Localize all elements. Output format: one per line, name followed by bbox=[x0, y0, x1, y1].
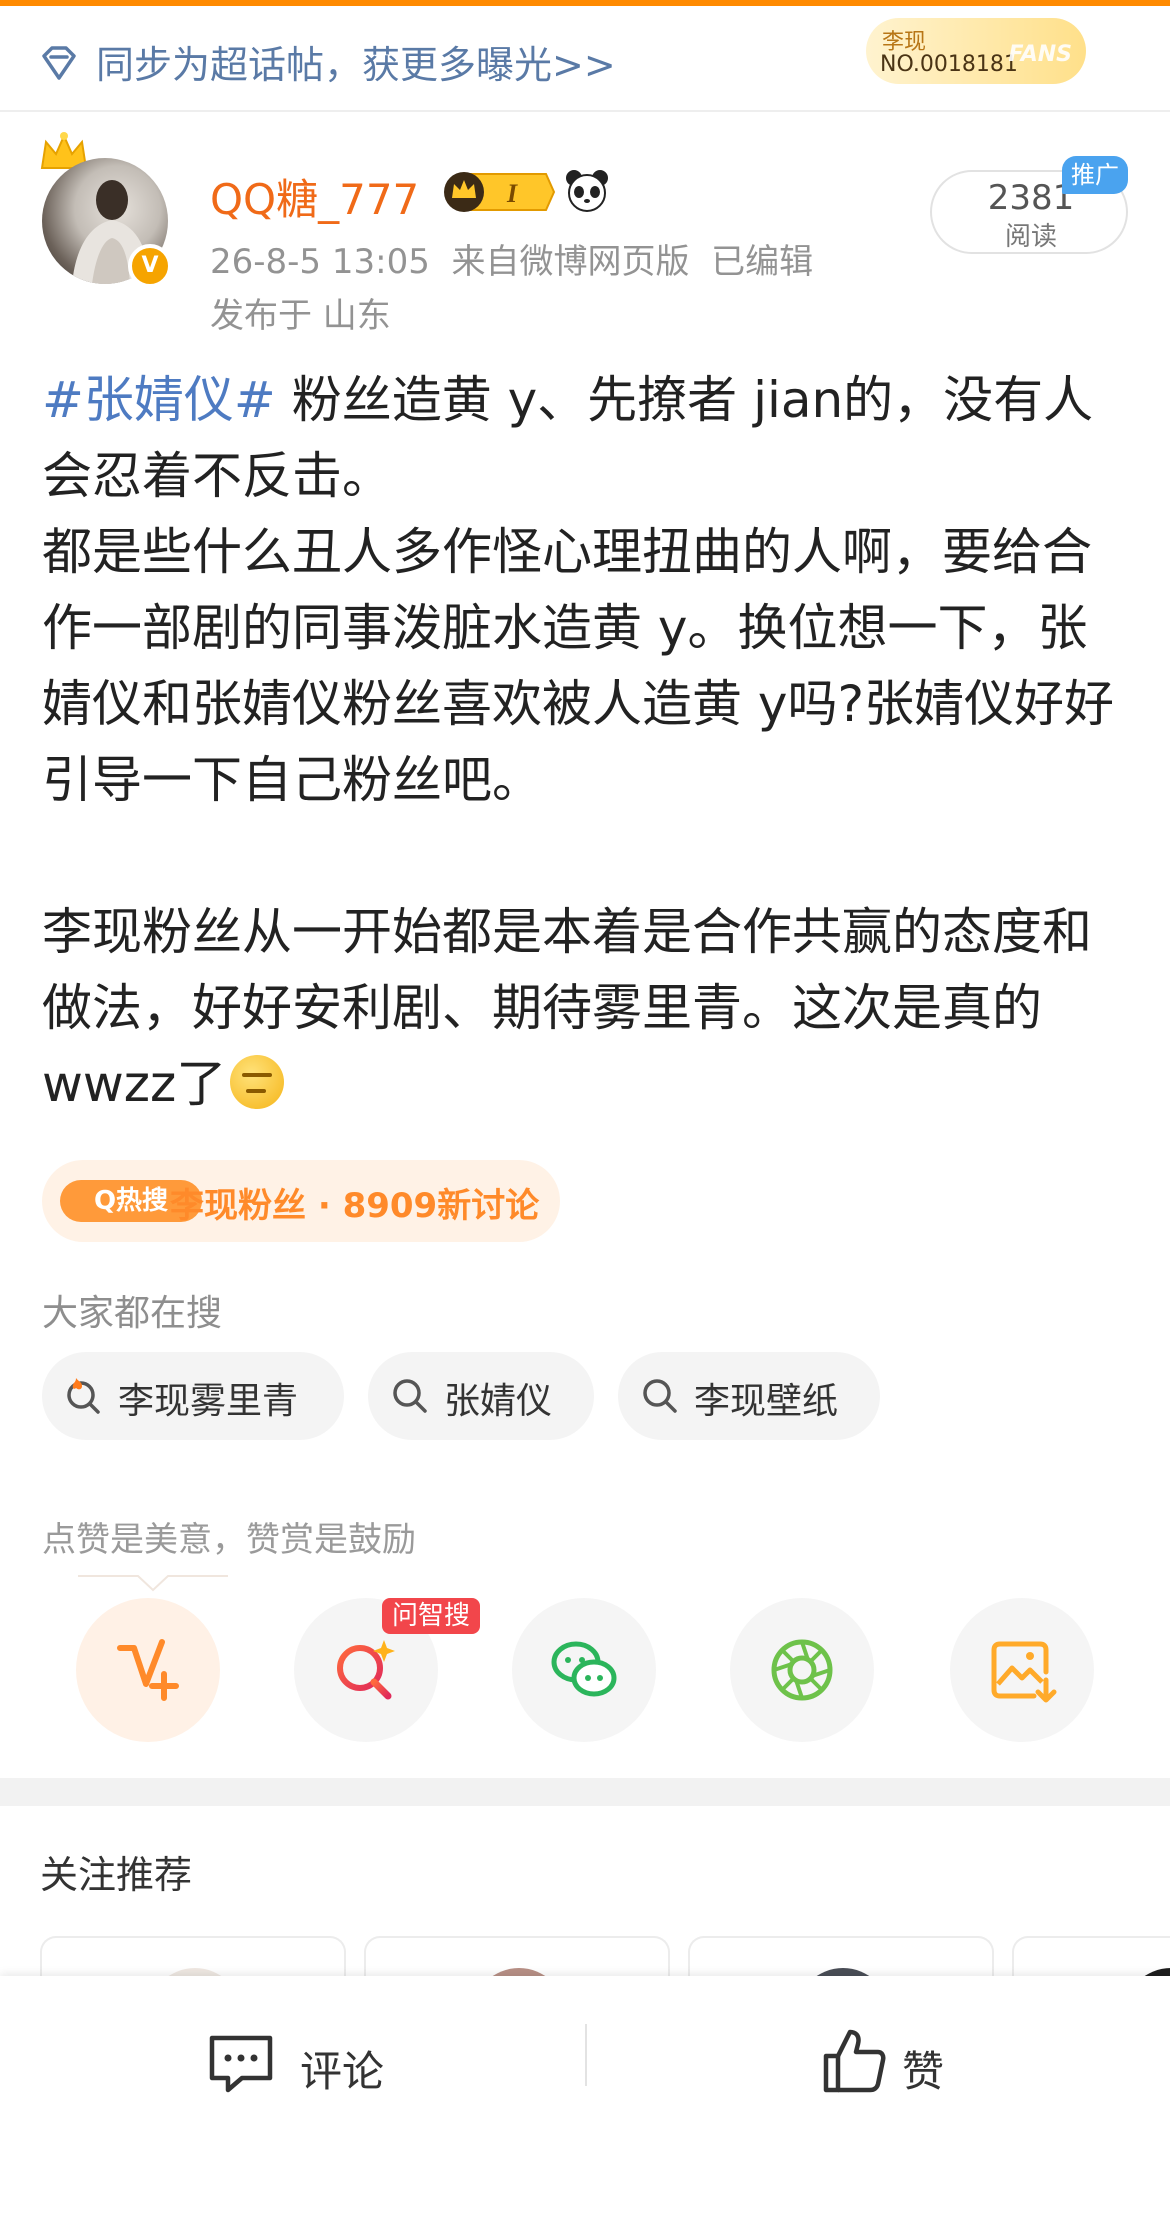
save-image-button[interactable] bbox=[950, 1598, 1094, 1742]
post-paragraph: 都是些什么丑人多作怪心理扭曲的人啊，要给合作一部剧的同事泼脏水造黄 y。换位想一… bbox=[42, 523, 1115, 809]
comment-icon bbox=[209, 2035, 273, 2093]
search-chip-label: 李现雾里青 bbox=[118, 1381, 299, 1422]
search-chip-label: 李现壁纸 bbox=[694, 1381, 839, 1422]
moments-icon bbox=[771, 1639, 833, 1701]
post-source: 来自微博网页版 bbox=[451, 242, 690, 282]
search-chip-label: 张婧仪 bbox=[444, 1381, 553, 1422]
comment-button[interactable]: 评论 bbox=[206, 2024, 406, 2104]
panda-icon bbox=[566, 170, 608, 212]
post-timestamp: 26-8-5 13:05 bbox=[210, 242, 430, 282]
like-label: 赞 bbox=[902, 2047, 945, 2096]
follow-recommend-title: 关注推荐 bbox=[40, 1853, 193, 1897]
reward-button[interactable] bbox=[76, 1598, 220, 1742]
vip-level: I bbox=[506, 179, 518, 208]
save-image-icon bbox=[991, 1641, 1057, 1703]
fans-badge-number: NO.0018181 bbox=[880, 52, 1018, 77]
post-paragraph: #张婧仪# 粉丝造黄 y、先撩者 jian的，没有人会忍着不反击。 bbox=[42, 362, 1132, 514]
ai-search-icon bbox=[337, 1640, 395, 1700]
post-paragraph: 李现粉丝从一开始都是本着是合作共赢的态度和做法，好好安利剧、期待雾里青。这次是真… bbox=[42, 894, 1132, 1122]
thinking-face-emoji-icon bbox=[230, 1055, 285, 1109]
sync-supertopic-bar[interactable]: 同步为超话帖，获更多曝光>> 李现 NO.0018181 FANS bbox=[0, 6, 1170, 112]
vip-crown-badge-icon: I bbox=[444, 172, 556, 212]
verified-badge: V bbox=[128, 244, 172, 288]
read-label: 阅读 bbox=[1004, 222, 1057, 252]
search-chip[interactable]: 张婧仪 bbox=[368, 1352, 594, 1440]
moments-share-button[interactable] bbox=[730, 1598, 874, 1742]
post-location: 发布于 山东 bbox=[210, 296, 391, 336]
like-button[interactable]: 赞 bbox=[820, 2020, 1020, 2100]
search-icon bbox=[643, 1379, 677, 1413]
section-divider bbox=[0, 1778, 1170, 1806]
sync-supertopic-text[interactable]: 同步为超话帖，获更多曝光>> bbox=[96, 34, 616, 89]
fans-badge-word: FANS bbox=[1008, 42, 1072, 67]
bottom-toolbar: 评论 赞 bbox=[0, 1976, 1170, 2239]
hot-search-icon bbox=[67, 1378, 100, 1414]
v-plus-icon bbox=[117, 1639, 179, 1701]
post-paragraph-blank bbox=[42, 818, 1132, 894]
author-username[interactable]: QQ糖_777 bbox=[210, 166, 419, 227]
ask-search-badge: 问智搜 bbox=[382, 1598, 480, 1634]
reward-caption: 点赞是美意，赞赏是鼓励 bbox=[42, 1520, 416, 1560]
wechat-icon bbox=[551, 1641, 617, 1697]
promote-tag[interactable]: 推广 bbox=[1062, 156, 1128, 194]
toolbar-divider bbox=[585, 2024, 587, 2086]
tooltip-pointer bbox=[78, 1575, 228, 1592]
comment-label: 评论 bbox=[300, 2047, 385, 2096]
post-meta: 26-8-5 13:05 来自微博网页版 已编辑 bbox=[210, 234, 813, 283]
trending-search-title: 大家都在搜 bbox=[42, 1293, 223, 1334]
hashtag-link[interactable]: #张婧仪# bbox=[42, 371, 276, 429]
diamond-icon bbox=[42, 46, 76, 80]
thumbs-up-icon bbox=[823, 2029, 886, 2093]
hot-topic-text: 李现粉丝 · 8909新讨论 bbox=[170, 1186, 540, 1226]
post-edited-flag[interactable]: 已编辑 bbox=[711, 242, 813, 282]
search-chip[interactable]: 李现雾里青 bbox=[42, 1352, 344, 1440]
search-icon bbox=[393, 1379, 427, 1413]
post-body: #张婧仪# 粉丝造黄 y、先撩者 jian的，没有人会忍着不反击。 都是些什么丑… bbox=[42, 362, 1132, 1122]
search-chip[interactable]: 李现壁纸 bbox=[618, 1352, 880, 1440]
hot-topic-chip[interactable]: Q热搜 李现粉丝 · 8909新讨论 bbox=[42, 1160, 560, 1242]
post-paragraph-text: 李现粉丝从一开始都是本着是合作共赢的态度和做法，好好安利剧、期待雾里青。这次是真… bbox=[42, 903, 1092, 1113]
wechat-share-button[interactable] bbox=[512, 1598, 656, 1742]
fans-badge[interactable]: 李现 NO.0018181 FANS bbox=[866, 18, 1086, 84]
